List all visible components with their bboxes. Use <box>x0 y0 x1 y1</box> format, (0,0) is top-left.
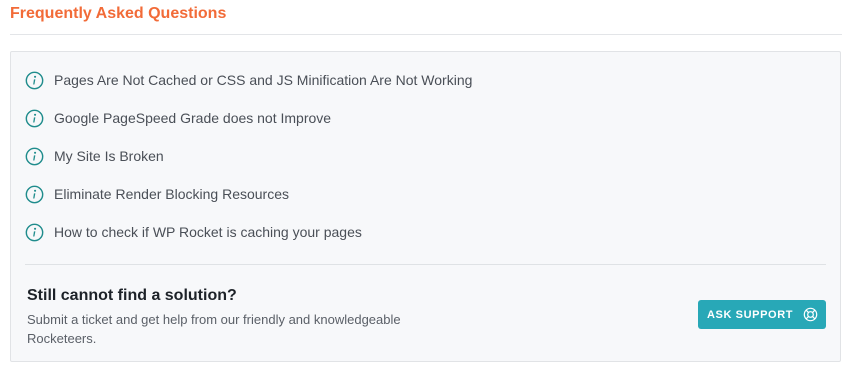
faq-link[interactable]: Pages Are Not Cached or CSS and JS Minif… <box>54 67 472 93</box>
faq-link[interactable]: How to check if WP Rocket is caching you… <box>54 219 362 245</box>
info-circle-icon <box>25 185 44 203</box>
info-circle-icon <box>25 147 44 165</box>
faq-panel: Pages Are Not Cached or CSS and JS Minif… <box>10 51 841 362</box>
info-circle-icon <box>25 223 44 241</box>
faq-link[interactable]: Eliminate Render Blocking Resources <box>54 181 289 207</box>
faq-link[interactable]: Google PageSpeed Grade does not Improve <box>54 105 331 131</box>
support-heading: Still cannot find a solution? <box>27 287 237 304</box>
ask-support-label: ASK SUPPORT <box>707 308 794 321</box>
faq-item[interactable]: Pages Are Not Cached or CSS and JS Minif… <box>25 67 472 93</box>
faq-link[interactable]: My Site Is Broken <box>54 143 164 169</box>
faq-item[interactable]: My Site Is Broken <box>25 143 472 169</box>
faq-title: Frequently Asked Questions <box>10 5 227 22</box>
info-circle-icon <box>25 109 44 127</box>
lifebuoy-icon <box>803 307 818 322</box>
title-divider <box>10 34 842 35</box>
faq-item[interactable]: Google PageSpeed Grade does not Improve <box>25 105 472 131</box>
faq-item[interactable]: Eliminate Render Blocking Resources <box>25 181 472 207</box>
support-description: Submit a ticket and get help from our fr… <box>27 312 401 346</box>
panel-divider <box>25 264 826 265</box>
info-circle-icon <box>25 71 44 89</box>
ask-support-button[interactable]: ASK SUPPORT <box>698 300 826 329</box>
faq-list: Pages Are Not Cached or CSS and JS Minif… <box>25 67 472 257</box>
faq-item[interactable]: How to check if WP Rocket is caching you… <box>25 219 472 245</box>
